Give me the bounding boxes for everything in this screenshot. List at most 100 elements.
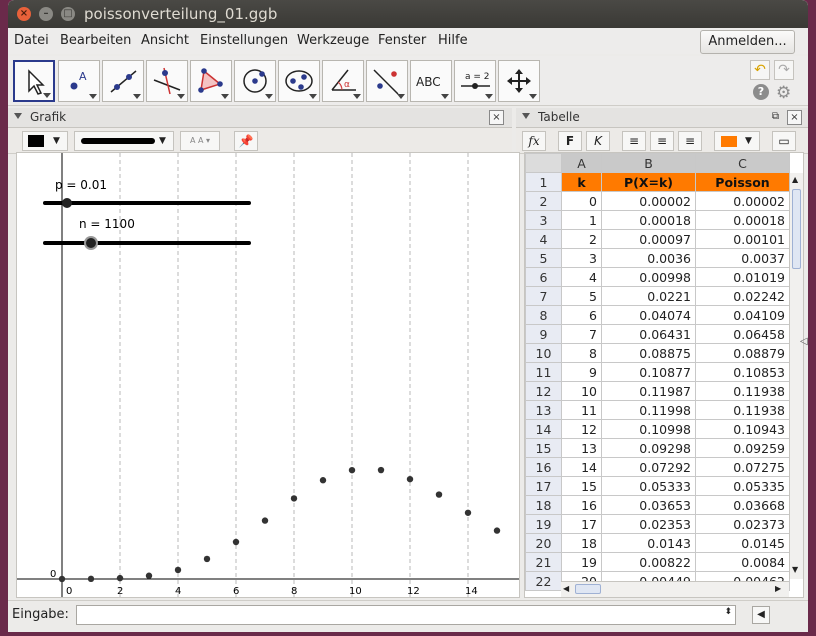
cell-binomial[interactable]: 0.00002 [601,191,696,211]
close-window-button[interactable]: × [17,7,31,21]
cell-binomial[interactable]: 0.03653 [601,495,696,515]
row-header[interactable]: 9 [525,324,562,344]
cell-poisson[interactable]: 0.00018 [695,210,790,230]
cell-binomial[interactable]: 0.10998 [601,419,696,439]
bold-button[interactable]: F [558,131,582,151]
align-center-button[interactable]: ≡ [650,131,674,151]
row-header[interactable]: 22 [525,571,562,591]
help-icon[interactable]: ? [753,84,769,100]
cell-k[interactable]: 3 [561,248,602,268]
scroll-up-icon[interactable]: ▲ [792,175,798,184]
cell-k[interactable]: 0 [561,191,602,211]
cell-k[interactable]: 16 [561,495,602,515]
perpendicular-tool[interactable] [146,60,188,102]
cell-binomial[interactable]: 0.04074 [601,305,696,325]
graphics-view[interactable]: 0 0 2 4 6 8 10 12 14 p = 0.01 n = 1100 [16,152,520,598]
undock-icon[interactable]: ⧉ [768,110,783,125]
cell-poisson[interactable]: 0.0037 [695,248,790,268]
row-header[interactable]: 7 [525,286,562,306]
login-button[interactable]: Anmelden... [700,30,795,54]
cell-c1[interactable]: Poisson [695,172,790,192]
row-header[interactable]: 10 [525,343,562,363]
border-button[interactable]: ▭ [772,131,796,151]
expand-side-panel-icon[interactable]: ◁ [800,336,808,350]
cell-k[interactable]: 18 [561,533,602,553]
cell-k[interactable]: 19 [561,552,602,572]
cell-binomial[interactable]: 0.0221 [601,286,696,306]
polygon-tool[interactable] [190,60,232,102]
align-right-button[interactable]: ≡ [678,131,702,151]
cell-binomial[interactable]: 0.11998 [601,400,696,420]
data-point[interactable] [116,574,124,582]
row-header[interactable]: 15 [525,438,562,458]
cell-poisson[interactable]: 0.01019 [695,267,790,287]
input-history-icon[interactable]: ⬍ [724,607,732,617]
cell-k[interactable]: 9 [561,362,602,382]
pin-button[interactable]: 📌 [234,131,258,151]
cell-poisson[interactable]: 0.09259 [695,438,790,458]
column-header-b[interactable]: B [601,153,696,173]
cell-a1[interactable]: k [561,172,602,192]
line-style-button[interactable]: ▼ [74,131,174,151]
row-header[interactable]: 11 [525,362,562,382]
data-point[interactable] [319,477,327,484]
italic-button[interactable]: K [586,131,610,151]
minimize-window-button[interactable]: – [39,7,53,21]
collapse-arrow-icon[interactable] [522,113,530,119]
row-header[interactable]: 20 [525,533,562,553]
reflect-tool[interactable] [366,60,408,102]
cell-binomial[interactable]: 0.0143 [601,533,696,553]
row-header[interactable]: 13 [525,400,562,420]
slider-tool[interactable]: a = 2 [454,60,496,102]
cell-k[interactable]: 5 [561,286,602,306]
data-point[interactable] [435,491,443,498]
vertical-scrollbar[interactable]: ▲ ▼ [789,173,803,579]
cell-binomial[interactable]: 0.11987 [601,381,696,401]
cell-poisson[interactable]: 0.0145 [695,533,790,553]
align-left-button[interactable]: ≡ [622,131,646,151]
cell-poisson[interactable]: 0.00101 [695,229,790,249]
close-graphics-panel-button[interactable]: × [489,110,504,125]
cell-binomial[interactable]: 0.08875 [601,343,696,363]
cell-k[interactable]: 4 [561,267,602,287]
cell-k[interactable]: 15 [561,476,602,496]
cell-binomial[interactable]: 0.06431 [601,324,696,344]
data-point[interactable] [145,572,153,579]
row-header[interactable]: 5 [525,248,562,268]
cell-binomial[interactable]: 0.02353 [601,514,696,534]
data-point[interactable] [406,475,414,483]
point-tool[interactable]: A [58,60,100,102]
cell-binomial[interactable]: 0.07292 [601,457,696,477]
scroll-down-icon[interactable]: ▼ [792,565,798,574]
cell-k[interactable]: 13 [561,438,602,458]
cell-poisson[interactable]: 0.11938 [695,381,790,401]
text-tool[interactable]: ABC [410,60,452,102]
formula-button[interactable]: fx [522,131,546,151]
slider-n-handle[interactable] [86,238,96,248]
cell-k[interactable]: 1 [561,210,602,230]
data-point[interactable] [174,566,182,574]
menu-einstellungen[interactable]: Einstellungen [200,33,288,48]
data-point[interactable] [232,538,240,546]
data-point[interactable] [203,555,211,563]
cell-b1[interactable]: P(X=k) [601,172,696,192]
cell-k[interactable]: 7 [561,324,602,344]
row-header[interactable]: 6 [525,267,562,287]
color-picker-button[interactable]: ▼ [22,131,68,151]
row-header[interactable]: 4 [525,229,562,249]
cell-k[interactable]: 6 [561,305,602,325]
row-header[interactable]: 2 [525,191,562,211]
cell-poisson[interactable]: 0.07275 [695,457,790,477]
data-point[interactable] [493,527,501,534]
row-header[interactable]: 1 [525,172,562,192]
cell-binomial[interactable]: 0.0036 [601,248,696,268]
cell-k[interactable]: 11 [561,400,602,420]
graphics-canvas[interactable]: 0 0 2 4 6 8 10 12 14 p = 0.01 n = 1100 [17,153,520,598]
menu-datei[interactable]: Datei [14,33,49,48]
spreadsheet-view[interactable]: A B C 1 k P(X=k) Poisson 2 0 0.00002 0.0000… [524,152,804,598]
circle-tool[interactable] [234,60,276,102]
menu-hilfe[interactable]: Hilfe [438,33,468,48]
row-header[interactable]: 12 [525,381,562,401]
cell-binomial[interactable]: 0.05333 [601,476,696,496]
cell-poisson[interactable]: 0.10853 [695,362,790,382]
